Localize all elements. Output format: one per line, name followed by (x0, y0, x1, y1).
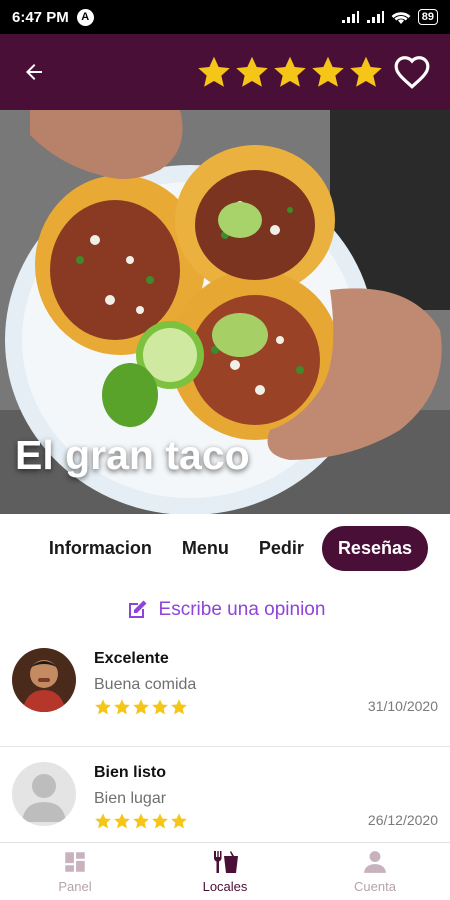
star-icon (132, 812, 150, 830)
star-icon (272, 54, 308, 90)
tab-resenas[interactable]: Reseñas (321, 525, 428, 571)
review-comment: Buena comida (94, 676, 197, 693)
bottom-navigation: Panel Locales Cuenta (0, 842, 450, 900)
star-icon (151, 698, 169, 716)
avatar (12, 648, 76, 712)
account-icon (364, 851, 386, 873)
review-title: Bien listo (94, 764, 167, 781)
star-icon (132, 698, 150, 716)
star-icon (113, 698, 131, 716)
cell-signal-icon (341, 11, 359, 23)
restaurant-icon (214, 851, 238, 873)
restaurant-name: El gran taco (15, 432, 250, 478)
avatar (12, 762, 76, 826)
star-icon (151, 812, 169, 830)
favorite-button[interactable] (390, 50, 434, 94)
review-date: 26/12/2020 (367, 812, 438, 828)
edit-icon (128, 600, 147, 618)
wifi-icon (391, 11, 411, 24)
app-notification-icon: A (76, 8, 94, 26)
review-comment: Bien lugar (94, 790, 167, 807)
star-icon (348, 54, 384, 90)
nav-locales[interactable]: Locales (150, 843, 300, 900)
write-review-button[interactable]: Escribe una opinion (0, 594, 450, 626)
star-icon (94, 812, 112, 830)
cell-signal-icon-2 (366, 11, 384, 23)
app-bar (0, 34, 450, 110)
status-time: 6:47 PM (12, 8, 69, 26)
arrow-left-icon (26, 64, 42, 80)
back-button[interactable] (16, 54, 52, 90)
nav-panel-label: Panel (58, 879, 92, 894)
star-icon (196, 54, 232, 90)
review-rating (94, 812, 188, 830)
battery-indicator: 89 (417, 9, 438, 25)
status-bar: 6:47 PM A 89 (0, 0, 450, 34)
nav-locales-label: Locales (202, 879, 248, 894)
nav-panel[interactable]: Panel (0, 843, 150, 900)
nav-cuenta-label: Cuenta (354, 879, 396, 894)
user-photo (12, 648, 76, 712)
heart-outline-icon (394, 56, 430, 89)
restaurant-hero-image: El gran taco (0, 110, 450, 514)
write-review-label: Escribe una opinion (158, 599, 326, 620)
restaurant-rating (196, 54, 384, 90)
status-icons: 89 (341, 9, 438, 25)
review-date: 31/10/2020 (367, 698, 438, 714)
review-item: Bien listo Bien lugar 26/12/2020 (0, 752, 450, 852)
star-icon (170, 698, 188, 716)
dashboard-icon (65, 852, 85, 872)
review-rating (94, 698, 188, 716)
tab-informacion[interactable]: Informacion (37, 528, 164, 569)
default-avatar-icon (12, 762, 76, 826)
tab-menu[interactable]: Menu (170, 528, 241, 569)
star-icon (94, 698, 112, 716)
review-title: Excelente (94, 650, 169, 667)
divider (0, 746, 450, 747)
star-icon (234, 54, 270, 90)
tab-pedir[interactable]: Pedir (247, 528, 316, 569)
star-icon (170, 812, 188, 830)
review-item: Excelente Buena comida 31/10/2020 (0, 638, 450, 738)
star-icon (310, 54, 346, 90)
section-tabs: Informacion Menu Pedir Reseñas (0, 514, 450, 582)
star-icon (113, 812, 131, 830)
nav-cuenta[interactable]: Cuenta (300, 843, 450, 900)
